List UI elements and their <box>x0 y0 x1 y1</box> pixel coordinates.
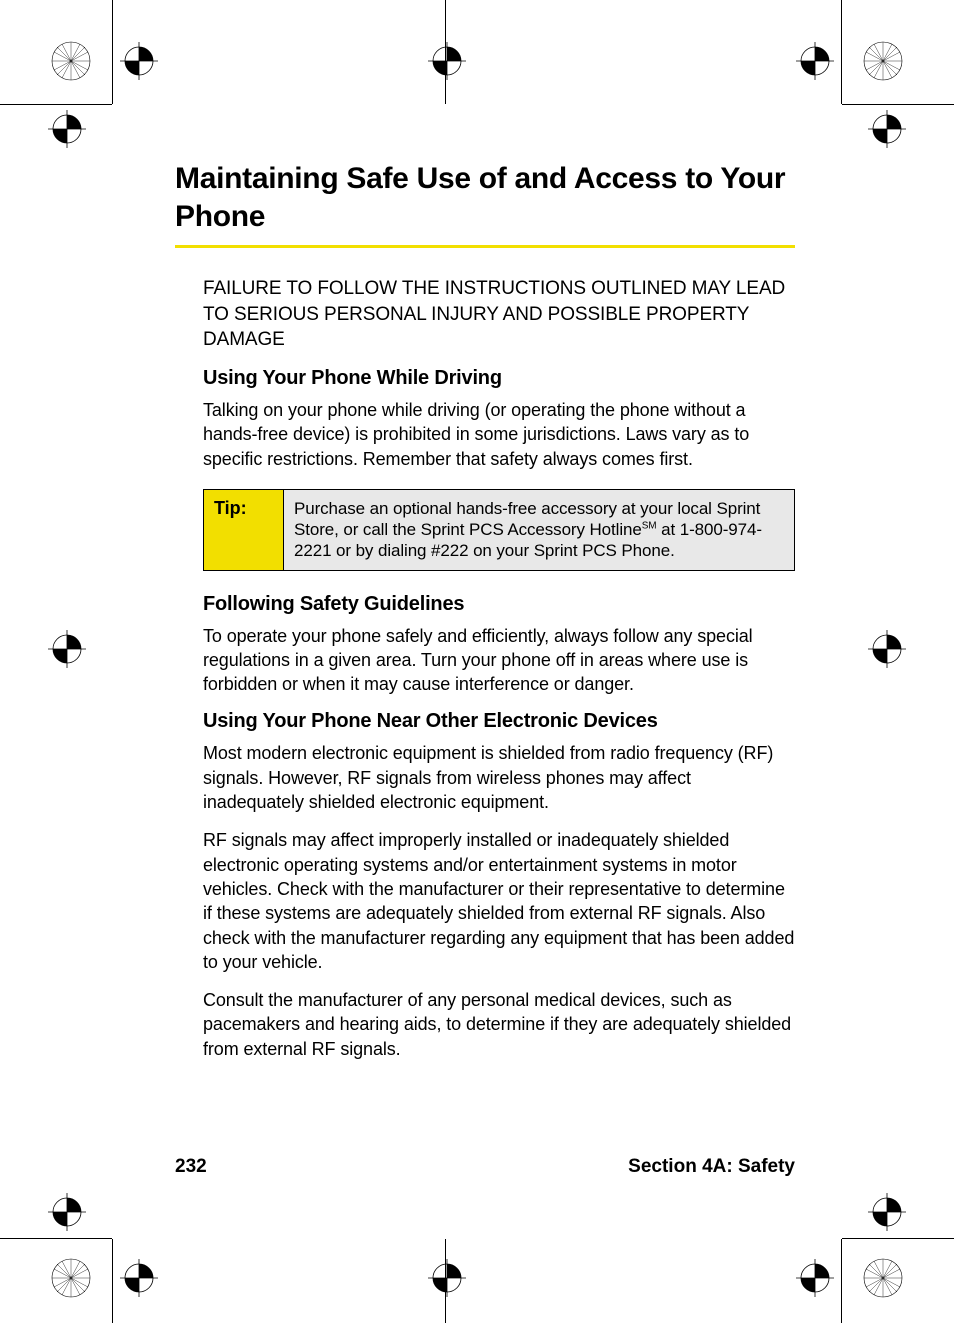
crop-line <box>0 1238 112 1239</box>
crop-line <box>842 104 954 105</box>
tip-box: Tip: Purchase an optional hands-free acc… <box>203 489 795 571</box>
warning-text: FAILURE TO FOLLOW THE INSTRUCTIONS OUTLI… <box>203 276 795 353</box>
page-body: Maintaining Safe Use of and Access to Yo… <box>175 160 795 1075</box>
registration-mark-icon <box>50 40 92 82</box>
subheading-guidelines: Following Safety Guidelines <box>203 593 795 616</box>
crop-line <box>842 1238 954 1239</box>
crosshair-icon <box>868 1193 906 1231</box>
registration-mark-icon <box>862 1257 904 1299</box>
crosshair-icon <box>120 42 158 80</box>
crop-line <box>112 1239 113 1323</box>
crop-line <box>0 104 112 105</box>
body-electronics-p2: RF signals may affect improperly install… <box>203 828 795 974</box>
body-electronics-p1: Most modern electronic equipment is shie… <box>203 741 795 814</box>
crop-line <box>841 1239 842 1323</box>
tip-content: Purchase an optional hands-free accessor… <box>284 490 794 570</box>
crosshair-icon <box>428 42 466 80</box>
subheading-electronics: Using Your Phone Near Other Electronic D… <box>203 710 795 733</box>
crosshair-icon <box>120 1259 158 1297</box>
registration-mark-icon <box>862 40 904 82</box>
page-footer: 232 Section 4A: Safety <box>175 1156 795 1178</box>
subheading-driving: Using Your Phone While Driving <box>203 367 795 390</box>
crosshair-icon <box>428 1259 466 1297</box>
section-label: Section 4A: Safety <box>628 1156 795 1178</box>
crosshair-icon <box>868 110 906 148</box>
crosshair-icon <box>48 1193 86 1231</box>
crosshair-icon <box>48 630 86 668</box>
heading-rule <box>175 245 795 248</box>
crosshair-icon <box>796 42 834 80</box>
tip-sm: SM <box>642 520 657 531</box>
main-heading: Maintaining Safe Use of and Access to Yo… <box>175 160 795 235</box>
page-number: 232 <box>175 1156 207 1178</box>
crosshair-icon <box>868 630 906 668</box>
body-guidelines: To operate your phone safely and efficie… <box>203 624 795 697</box>
tip-label: Tip: <box>204 490 284 570</box>
crosshair-icon <box>48 110 86 148</box>
body-driving: Talking on your phone while driving (or … <box>203 398 795 471</box>
crosshair-icon <box>796 1259 834 1297</box>
body-electronics-p3: Consult the manufacturer of any personal… <box>203 988 795 1061</box>
crop-line <box>112 0 113 104</box>
crop-line <box>841 0 842 104</box>
registration-mark-icon <box>50 1257 92 1299</box>
